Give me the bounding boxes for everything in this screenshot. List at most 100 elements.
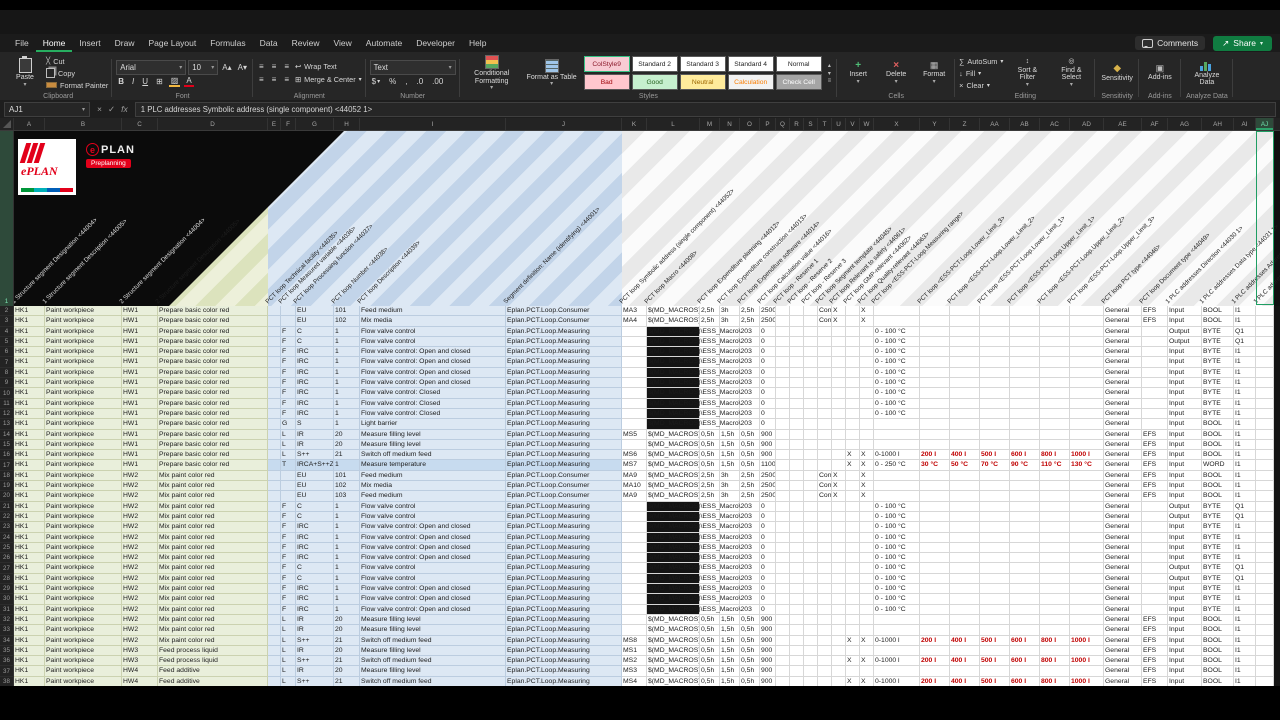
cell-AE17[interactable]: General — [1104, 460, 1142, 470]
cell-P4[interactable]: 0 — [760, 327, 776, 337]
cell-Y15[interactable] — [920, 440, 950, 450]
cell-S2[interactable] — [804, 306, 818, 316]
column-header-H[interactable]: H — [334, 118, 360, 130]
cell-L24[interactable]: $(MD_MACROS)\ESS_Macro\203 — [647, 533, 700, 543]
cell-AD17[interactable]: 130 °C — [1070, 460, 1104, 470]
cell-AF17[interactable]: EFS — [1142, 460, 1168, 470]
cell-Q28[interactable] — [776, 574, 790, 584]
cell-M38[interactable]: 0,5h — [700, 677, 720, 686]
cancel-icon[interactable]: × — [97, 104, 102, 114]
cell-J18[interactable]: Eplan.PCT.Loop.Consumer — [506, 471, 622, 481]
cell-C24[interactable]: HW2 — [122, 533, 158, 543]
cell-O19[interactable]: 2,5h — [740, 481, 760, 491]
cell-W2[interactable]: X — [860, 306, 874, 316]
cell-S7[interactable] — [804, 357, 818, 367]
cell-AI7[interactable]: I1 — [1234, 357, 1256, 367]
cell-AA35[interactable] — [980, 646, 1010, 656]
cell-AD25[interactable] — [1070, 543, 1104, 553]
cell-K20[interactable]: MA9 — [622, 491, 647, 501]
cell-A4[interactable]: HK1 — [14, 327, 45, 337]
cell-X12[interactable]: 0 - 100 °C — [874, 409, 920, 419]
cell-E29[interactable] — [268, 584, 281, 594]
column-header-AI[interactable]: AI — [1234, 118, 1256, 130]
cell-H7[interactable]: 1 — [334, 357, 360, 367]
cell-M34[interactable]: 0,5h — [700, 636, 720, 646]
cell-O17[interactable]: 0,5h — [740, 460, 760, 470]
cell-U35[interactable] — [832, 646, 846, 656]
cell-AD2[interactable] — [1070, 306, 1104, 316]
cell-V26[interactable] — [846, 553, 860, 563]
column-header-J[interactable]: J — [506, 118, 622, 130]
format-cells-button[interactable]: ▦ Format ▾ — [917, 60, 951, 85]
cell-AF21[interactable] — [1142, 502, 1168, 512]
cell-B8[interactable]: Paint workpiece — [45, 368, 122, 378]
cell-W30[interactable] — [860, 594, 874, 604]
cell-Y18[interactable] — [920, 471, 950, 481]
cell-H34[interactable]: 21 — [334, 636, 360, 646]
cell-V8[interactable] — [846, 368, 860, 378]
column-header-P[interactable]: P — [760, 118, 776, 130]
cell-D13[interactable]: Prepare basic color red — [158, 419, 268, 429]
cell-I15[interactable]: Measure filling level — [360, 440, 506, 450]
cell-AF35[interactable]: EFS — [1142, 646, 1168, 656]
cell-R23[interactable] — [790, 522, 804, 532]
cell-O34[interactable]: 0,5h — [740, 636, 760, 646]
cell-AB10[interactable] — [1010, 388, 1040, 398]
column-header-C[interactable]: C — [122, 118, 158, 130]
cell-Z3[interactable] — [950, 316, 980, 326]
cell-V38[interactable]: X — [846, 677, 860, 686]
cell-AD37[interactable] — [1070, 666, 1104, 676]
cell-M15[interactable]: 0,5h — [700, 440, 720, 450]
tab-home[interactable]: Home — [36, 34, 73, 52]
cell-AG14[interactable]: Input — [1168, 430, 1202, 440]
cell-I8[interactable]: Flow valve control: Open and closed — [360, 368, 506, 378]
row-header-7[interactable]: 7 — [0, 357, 14, 367]
cell-AH18[interactable]: BOOL — [1202, 471, 1234, 481]
cell-T22[interactable] — [818, 512, 832, 522]
cell-AJ33[interactable] — [1256, 625, 1274, 635]
cell-AA23[interactable] — [980, 522, 1010, 532]
row-header-1[interactable]: 1 — [0, 131, 14, 306]
cell-V6[interactable] — [846, 347, 860, 357]
cell-M16[interactable]: 0,5h — [700, 450, 720, 460]
cell-E5[interactable] — [268, 337, 281, 347]
number-format-select[interactable]: Text ▾ — [370, 60, 456, 75]
cell-style-bad[interactable]: Bad — [584, 74, 630, 90]
cell-I19[interactable]: Mix media — [360, 481, 506, 491]
cell-AD29[interactable] — [1070, 584, 1104, 594]
cell-R19[interactable] — [790, 481, 804, 491]
cell-AB36[interactable]: 600 l — [1010, 656, 1040, 666]
cell-R21[interactable] — [790, 502, 804, 512]
cell-AB19[interactable] — [1010, 481, 1040, 491]
cell-H2[interactable]: 101 — [334, 306, 360, 316]
cell-AA34[interactable]: 500 l — [980, 636, 1010, 646]
column-header-AB[interactable]: AB — [1010, 118, 1040, 130]
cell-F23[interactable]: F — [281, 522, 296, 532]
cell-AB29[interactable] — [1010, 584, 1040, 594]
cell-Y28[interactable] — [920, 574, 950, 584]
cell-AJ25[interactable] — [1256, 543, 1274, 553]
column-header-AA[interactable]: AA — [980, 118, 1010, 130]
cell-Q8[interactable] — [776, 368, 790, 378]
cell-A35[interactable]: HK1 — [14, 646, 45, 656]
cell-A31[interactable]: HK1 — [14, 605, 45, 615]
find-select-button[interactable]: ◎ Find & Select ▾ — [1051, 57, 1091, 88]
cell-Q16[interactable] — [776, 450, 790, 460]
cell-Q21[interactable] — [776, 502, 790, 512]
cell-D23[interactable]: Mix paint color red — [158, 522, 268, 532]
cell-G4[interactable]: C — [296, 327, 334, 337]
cell-T8[interactable] — [818, 368, 832, 378]
cell-X28[interactable]: 0 - 100 °C — [874, 574, 920, 584]
cell-AE6[interactable]: General — [1104, 347, 1142, 357]
cell-AJ12[interactable] — [1256, 409, 1274, 419]
cell-AH6[interactable]: BYTE — [1202, 347, 1234, 357]
cell-AH15[interactable]: BOOL — [1202, 440, 1234, 450]
cell-AH13[interactable]: BOOL — [1202, 419, 1234, 429]
cell-Q35[interactable] — [776, 646, 790, 656]
cell-U19[interactable]: X — [832, 481, 846, 491]
cell-U26[interactable] — [832, 553, 846, 563]
cell-P22[interactable]: 0 — [760, 512, 776, 522]
cell-V17[interactable]: X — [846, 460, 860, 470]
cell-H38[interactable]: 21 — [334, 677, 360, 686]
cell-AJ30[interactable] — [1256, 594, 1274, 604]
